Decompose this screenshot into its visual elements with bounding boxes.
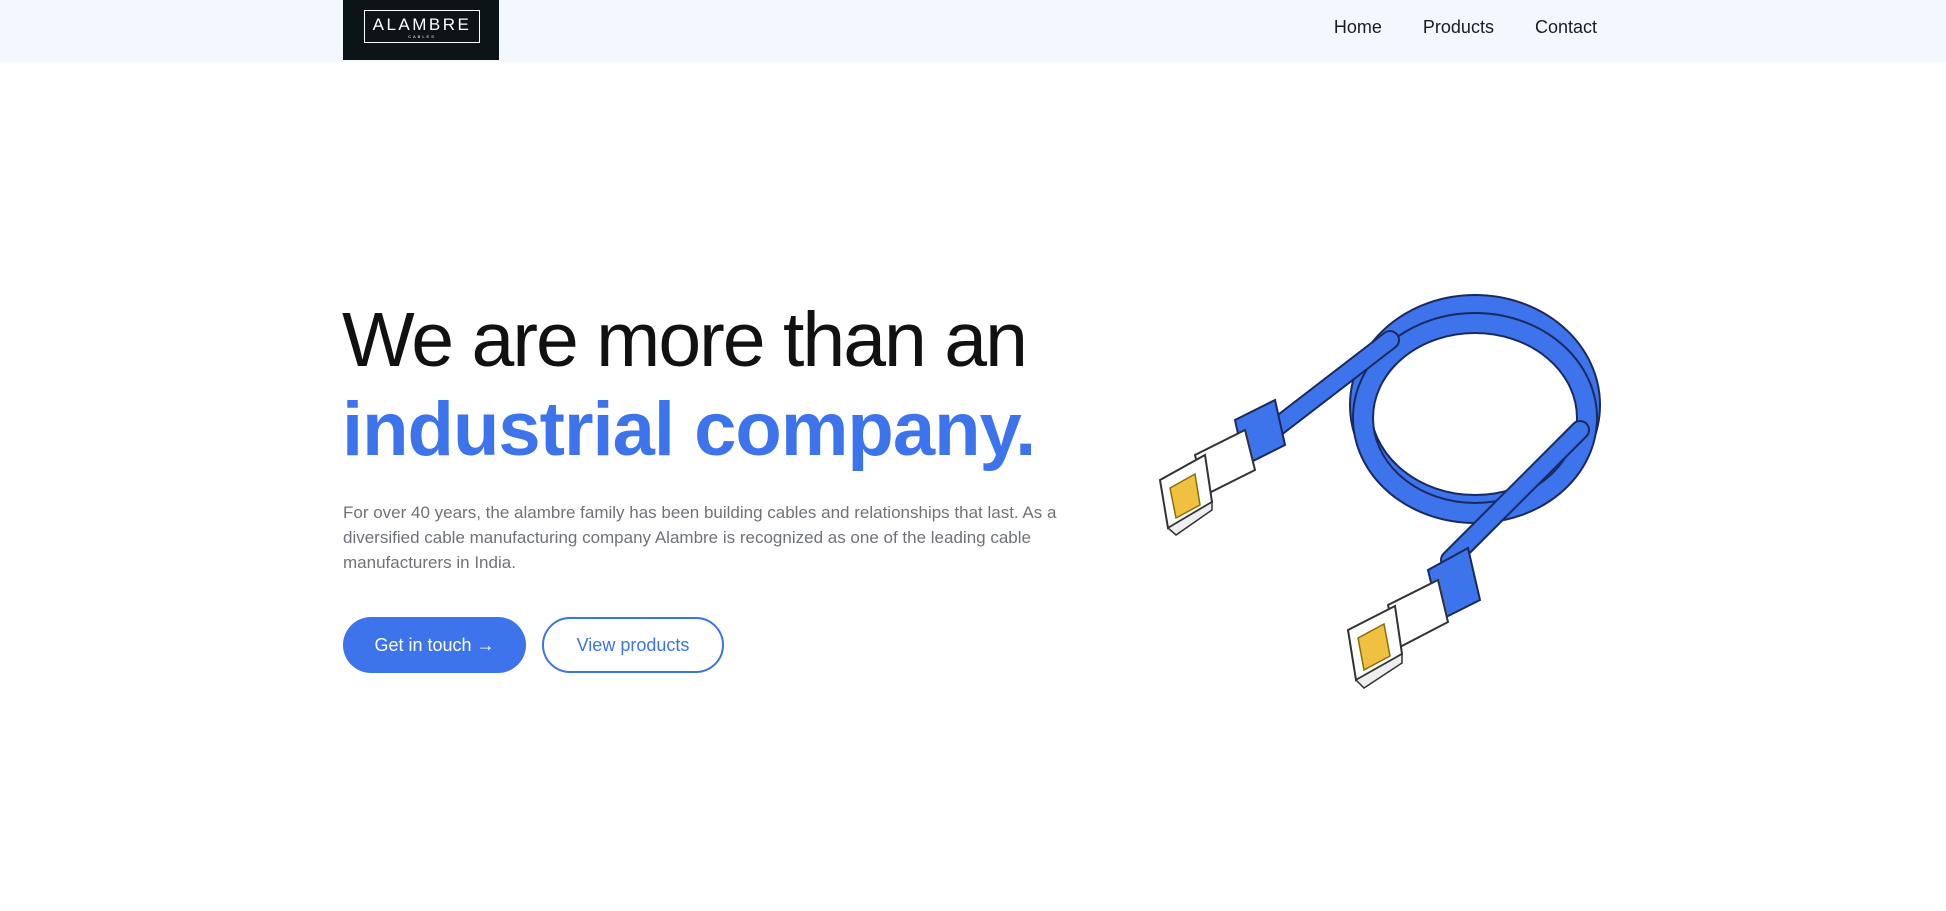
hero-headline-line1: We are more than an [342,297,1028,383]
get-in-touch-button[interactable]: Get in touch → [343,617,526,673]
hero-headline-line2: industrial company. [342,387,1036,472]
logo-wordmark: ALAMBRE [372,15,472,34]
nav-item-home[interactable]: Home [1334,17,1382,38]
brand-logo[interactable]: ALAMBRE CABLES [343,0,499,60]
view-products-button[interactable]: View products [542,617,724,673]
lower-connector [1346,546,1482,689]
nav-menu: Home Products Contact [1334,17,1597,38]
hero-description: For over 40 years, the alambre family ha… [343,503,1057,572]
nav-item-contact[interactable]: Contact [1535,17,1597,38]
nav-item-products[interactable]: Products [1423,17,1494,38]
upper-connector [1158,398,1287,536]
top-navbar: ALAMBRE CABLES Home Products Contact [0,0,1946,62]
logo-tagline: CABLES [408,34,436,39]
logo-frame: ALAMBRE CABLES [364,10,480,43]
ethernet-cable-illustration [1158,294,1601,689]
